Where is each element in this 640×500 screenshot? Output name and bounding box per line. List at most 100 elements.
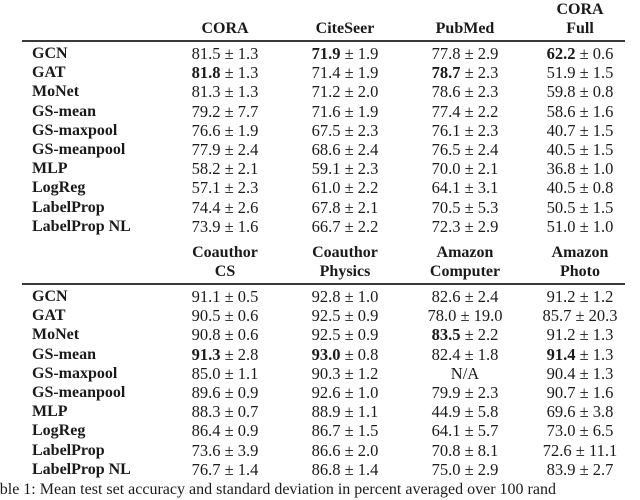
plus-minus-symbol: ± xyxy=(340,325,358,345)
std-value: 5.8 xyxy=(477,402,499,422)
std-value: 1.0 xyxy=(357,383,379,402)
mean-value: 90.3 xyxy=(311,363,341,383)
mean-value: 88.9 xyxy=(311,402,341,422)
plus-minus-symbol: ± xyxy=(220,325,238,345)
plus-minus-symbol: ± xyxy=(575,101,593,121)
std-value: 1.3 xyxy=(237,63,259,83)
method-name: GAT xyxy=(32,307,66,325)
mean-value: 91.2 xyxy=(546,287,576,306)
std-value: 2.8 xyxy=(237,344,259,364)
mean-value: 91.2 xyxy=(546,325,576,345)
best-mean-value: 78.7 xyxy=(431,63,461,83)
metric-cell: 50.5 ± 1.5 xyxy=(515,198,640,217)
plus-minus-symbol: ± xyxy=(220,459,238,479)
std-value: 1.9 xyxy=(357,44,379,63)
table-row: LabelProp 73.6 ± 3.9 86.6 ± 2.0 70.8 ± 8.1 7… xyxy=(0,441,640,460)
plus-minus-symbol: ± xyxy=(340,363,358,383)
mean-value: 82.4 xyxy=(431,344,461,364)
column-header: Coauthor CS xyxy=(160,243,290,281)
std-value: 2.9 xyxy=(477,216,499,236)
method-name: GS-maxpool xyxy=(32,121,118,139)
metric-cell: 77.8 ± 2.9 xyxy=(400,44,530,63)
header-rule xyxy=(22,283,625,285)
column-header-line2: CiteSeer xyxy=(315,20,375,37)
plus-minus-symbol: ± xyxy=(575,216,593,236)
mean-value: 79.2 xyxy=(191,101,221,121)
table-row: GCN 91.1 ± 0.5 92.8 ± 1.0 82.6 ± 2.4 91.2 ± … xyxy=(0,287,640,306)
plus-minus-symbol: ± xyxy=(571,440,589,460)
metric-cell: 71.2 ± 2.0 xyxy=(280,82,410,101)
column-header-line1: Coauthor xyxy=(312,244,378,261)
std-value: 0.8 xyxy=(592,82,614,102)
plus-minus-symbol: ± xyxy=(220,402,238,422)
metric-cell: 76.6 ± 1.9 xyxy=(160,121,290,140)
std-value: 5.7 xyxy=(477,421,499,441)
column-header-line1: Coauthor xyxy=(192,244,258,261)
plus-minus-symbol: ± xyxy=(340,459,358,479)
plus-minus-symbol: ± xyxy=(220,159,238,179)
metric-cell: 90.4 ± 1.3 xyxy=(515,364,640,383)
metric-cell: 81.8 ± 1.3 xyxy=(160,63,290,82)
column-header: Amazon Computer xyxy=(400,243,530,281)
table-row: GAT 81.8 ± 1.3 71.4 ± 1.9 78.7 ± 2.3 51.9 ± … xyxy=(0,63,640,82)
std-value: 1.0 xyxy=(357,287,379,306)
std-value: 1.8 xyxy=(477,344,499,364)
column-header-line2: CORA xyxy=(201,20,249,37)
std-value: 0.8 xyxy=(592,178,614,198)
plus-minus-symbol: ± xyxy=(220,197,238,217)
std-value: 6.5 xyxy=(592,421,614,441)
std-value: 1.6 xyxy=(592,383,614,402)
metric-cell: 90.3 ± 1.2 xyxy=(280,364,410,383)
plus-minus-symbol: ± xyxy=(340,402,358,422)
std-value: 3.8 xyxy=(592,402,614,422)
mean-value: 85.0 xyxy=(191,363,221,383)
plus-minus-symbol: ± xyxy=(220,306,238,326)
table-row: GS-maxpool 76.6 ± 1.9 67.5 ± 2.3 76.1 ± 2.3… xyxy=(0,121,640,140)
mean-value: 68.6 xyxy=(311,140,341,159)
std-value: 7.7 xyxy=(237,101,259,121)
mean-value: 72.3 xyxy=(431,216,461,236)
std-value: 0.6 xyxy=(592,44,614,63)
column-header: Coauthor Physics xyxy=(280,243,410,281)
metric-cell: 91.2 ± 1.3 xyxy=(515,325,640,344)
std-value: 1.9 xyxy=(357,63,379,83)
plus-minus-symbol: ± xyxy=(220,140,238,159)
metric-cell: 40.5 ± 0.8 xyxy=(515,178,640,197)
best-mean-value: 71.9 xyxy=(311,44,341,63)
mean-value: 73.6 xyxy=(191,440,221,460)
metric-cell: 71.9 ± 1.9 xyxy=(280,44,410,63)
metric-cell: 86.6 ± 2.0 xyxy=(280,441,410,460)
mean-value: 86.7 xyxy=(311,421,341,441)
column-header-line2: Physics xyxy=(319,263,371,280)
metric-cell: 67.5 ± 2.3 xyxy=(280,121,410,140)
metric-cell: 85.7 ± 20.3 xyxy=(515,306,640,325)
std-value: 0.9 xyxy=(357,306,379,326)
metric-cell: 72.3 ± 2.9 xyxy=(400,217,530,236)
table-row: GAT 90.5 ± 0.6 92.5 ± 0.9 78.0 ± 19.0 85.7 ±… xyxy=(0,306,640,325)
std-value: 2.9 xyxy=(477,44,499,63)
plus-minus-symbol: ± xyxy=(460,159,478,179)
std-value: 2.3 xyxy=(357,120,379,140)
std-value: 2.1 xyxy=(477,159,499,179)
mean-value: 66.7 xyxy=(311,216,341,236)
plus-minus-symbol: ± xyxy=(575,287,593,306)
mean-value: 71.6 xyxy=(311,101,341,121)
plus-minus-symbol: ± xyxy=(220,383,238,402)
plus-minus-symbol: ± xyxy=(340,287,358,306)
best-mean-value: 91.4 xyxy=(546,344,576,364)
mean-value: 40.7 xyxy=(546,120,576,140)
mean-value: 59.1 xyxy=(311,159,341,179)
plus-minus-symbol: ± xyxy=(340,216,358,236)
metric-cell: 77.4 ± 2.2 xyxy=(400,102,530,121)
plus-minus-symbol: ± xyxy=(575,459,593,479)
mean-value: 72.6 xyxy=(542,440,572,460)
column-header-line1: Amazon xyxy=(551,244,609,261)
metric-cell: 92.8 ± 1.0 xyxy=(280,287,410,306)
mean-value: 64.1 xyxy=(431,421,461,441)
mean-value: 79.9 xyxy=(431,383,461,402)
plus-minus-symbol: ± xyxy=(460,325,478,345)
std-value: 1.2 xyxy=(357,363,379,383)
mean-value: 58.6 xyxy=(546,101,576,121)
method-name: GS-mean xyxy=(32,345,96,363)
std-value: 2.3 xyxy=(477,383,499,402)
